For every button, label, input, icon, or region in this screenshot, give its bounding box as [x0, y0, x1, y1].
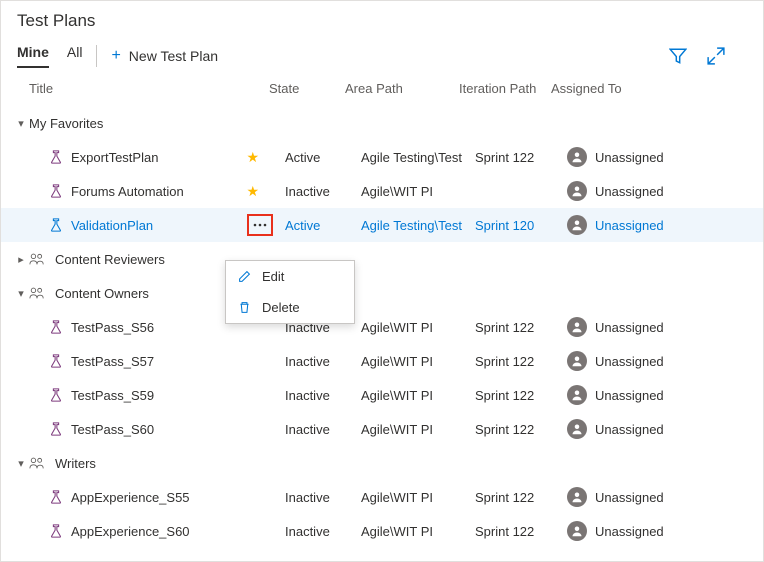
test-plan-icon — [49, 422, 63, 436]
test-plan-icon — [49, 150, 63, 164]
row-area: Agile Testing\Test — [361, 150, 475, 165]
avatar — [567, 147, 587, 167]
ellipsis-icon — [253, 223, 267, 227]
avatar — [567, 317, 587, 337]
table-row[interactable]: ▾ ExportTestPlan ★ Active Agile Testing\… — [1, 140, 763, 174]
avatar — [567, 419, 587, 439]
group-label: Writers — [55, 456, 96, 471]
table-row[interactable]: ▾ TestPass_S56 Inactive Agile\WIT PI Spr… — [1, 310, 763, 344]
table-row[interactable]: ▾ AppExperience_S55 Inactive Agile\WIT P… — [1, 480, 763, 514]
context-menu: Edit Delete — [225, 260, 355, 324]
expand-icon[interactable] — [707, 47, 725, 65]
header-state[interactable]: State — [269, 81, 345, 96]
test-plan-icon — [49, 320, 63, 334]
row-area: Agile\WIT PI — [361, 184, 475, 199]
row-assigned: Unassigned — [567, 215, 763, 235]
tabs: Mine All — [17, 44, 82, 68]
group-label: Content Owners — [55, 286, 149, 301]
row-state: Active — [285, 150, 361, 165]
group-favorites[interactable]: ▾ My Favorites — [1, 106, 763, 140]
plus-icon: + — [111, 48, 120, 64]
test-plan-icon — [49, 184, 63, 198]
row-title: TestPass_S56 — [71, 320, 154, 335]
row-iteration: Sprint 122 — [475, 150, 567, 165]
page-title: Test Plans — [1, 1, 763, 37]
group-writers[interactable]: ▾ Writers — [1, 446, 763, 480]
more-actions-button[interactable] — [247, 214, 273, 236]
group-icon — [29, 456, 49, 470]
edit-icon — [238, 270, 252, 283]
star-icon[interactable]: ★ — [246, 149, 259, 166]
row-title: Forums Automation — [71, 184, 184, 199]
row-assigned: Unassigned — [567, 181, 763, 201]
row-assigned: Unassigned — [567, 317, 763, 337]
group-reviewers[interactable]: ▸ Content Reviewers — [1, 242, 763, 276]
avatar — [567, 521, 587, 541]
avatar — [567, 215, 587, 235]
row-area: Agile\WIT PI — [361, 320, 475, 335]
toolbar: Mine All + New Test Plan — [1, 37, 763, 71]
row-state: Inactive — [285, 184, 361, 199]
avatar — [567, 351, 587, 371]
row-title: AppExperience_S55 — [71, 490, 190, 505]
group-label: Content Reviewers — [55, 252, 165, 267]
menu-delete-label: Delete — [262, 300, 300, 315]
table-row[interactable]: ▾ TestPass_S57 Inactive Agile\WIT PI Spr… — [1, 344, 763, 378]
table-row[interactable]: ▾ ValidationPlan Active Agile Testing\Te… — [1, 208, 763, 242]
menu-delete[interactable]: Delete — [226, 292, 354, 323]
avatar — [567, 487, 587, 507]
table-row[interactable]: ▾ TestPass_S59 Inactive Agile\WIT PI Spr… — [1, 378, 763, 412]
test-plan-icon — [49, 218, 63, 232]
new-test-plan-label: New Test Plan — [129, 48, 218, 64]
tab-all[interactable]: All — [67, 44, 83, 68]
table-header: Title State Area Path Iteration Path Ass… — [1, 71, 763, 106]
row-title: ExportTestPlan — [71, 150, 158, 165]
test-plan-icon — [49, 354, 63, 368]
row-title: TestPass_S60 — [71, 422, 154, 437]
row-title: AppExperience_S60 — [71, 524, 190, 539]
test-plan-icon — [49, 524, 63, 538]
header-assigned[interactable]: Assigned To — [551, 81, 763, 96]
chevron-down-icon[interactable]: ▾ — [13, 117, 29, 130]
menu-edit[interactable]: Edit — [226, 261, 354, 292]
new-test-plan-button[interactable]: + New Test Plan — [111, 48, 218, 64]
table-row[interactable]: ▾ Forums Automation ★ Inactive Agile\WIT… — [1, 174, 763, 208]
row-title: TestPass_S57 — [71, 354, 154, 369]
delete-icon — [238, 301, 252, 314]
group-icon — [29, 286, 49, 300]
header-area[interactable]: Area Path — [345, 81, 459, 96]
filter-icon[interactable] — [669, 47, 687, 65]
divider — [96, 45, 97, 67]
table-row[interactable]: ▾ TestPass_S60 Inactive Agile\WIT PI Spr… — [1, 412, 763, 446]
group-icon — [29, 252, 49, 266]
row-title: TestPass_S59 — [71, 388, 154, 403]
test-plan-icon — [49, 490, 63, 504]
chevron-down-icon[interactable]: ▾ — [13, 457, 29, 470]
row-state: Active — [285, 218, 361, 233]
row-area: Agile Testing\Test — [361, 218, 475, 233]
chevron-down-icon[interactable]: ▾ — [13, 287, 29, 300]
test-plans-page: Test Plans Mine All + New Test Plan Titl… — [0, 0, 764, 562]
row-iteration: Sprint 122 — [475, 320, 567, 335]
table-row[interactable]: ▾ AppExperience_S60 Inactive Agile\WIT P… — [1, 514, 763, 548]
avatar — [567, 181, 587, 201]
chevron-right-icon[interactable]: ▸ — [13, 253, 29, 266]
tab-mine[interactable]: Mine — [17, 44, 49, 68]
row-title: ValidationPlan — [71, 218, 153, 233]
row-assigned: Unassigned — [567, 147, 763, 167]
star-icon[interactable]: ★ — [246, 183, 259, 200]
avatar — [567, 385, 587, 405]
header-iteration[interactable]: Iteration Path — [459, 81, 551, 96]
test-plan-icon — [49, 388, 63, 402]
group-label: My Favorites — [29, 116, 103, 131]
row-iteration: Sprint 120 — [475, 218, 567, 233]
header-title[interactable]: Title — [29, 81, 269, 96]
group-owners[interactable]: ▾ Content Owners — [1, 276, 763, 310]
menu-edit-label: Edit — [262, 269, 284, 284]
